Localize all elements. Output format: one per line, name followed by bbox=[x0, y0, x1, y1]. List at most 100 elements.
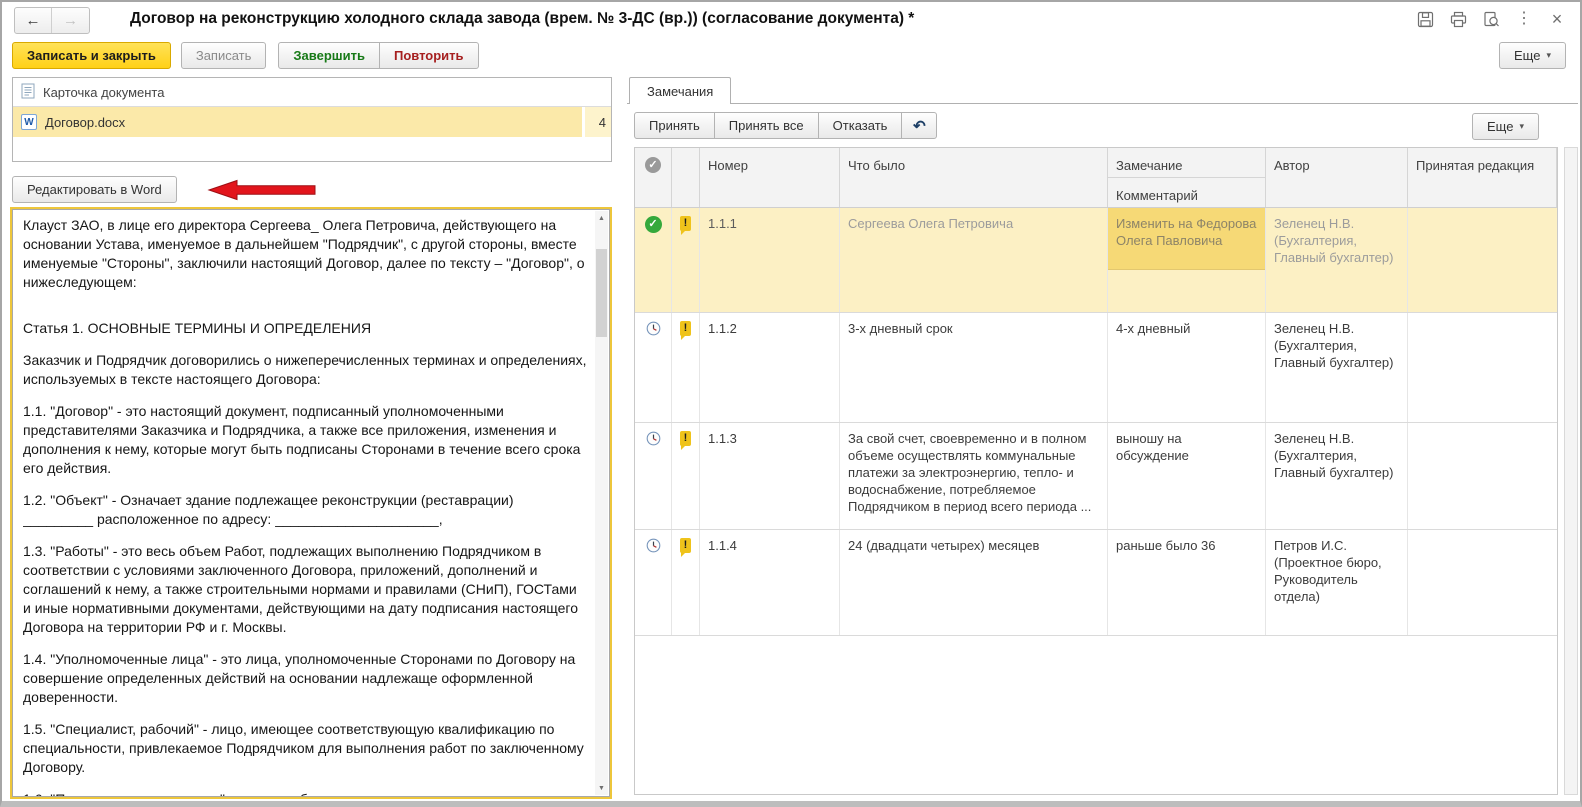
header-flag-cell[interactable] bbox=[672, 148, 700, 207]
scroll-up-icon[interactable]: ▲ bbox=[595, 211, 608, 225]
document-text: Клауст ЗАО, в лице его директора Сергеев… bbox=[23, 216, 587, 796]
cell-remark[interactable]: раньше было 36 bbox=[1108, 530, 1266, 635]
pending-clock-icon bbox=[646, 538, 661, 628]
file-name-cell[interactable]: W Договор.docx bbox=[13, 107, 582, 137]
save-button[interactable]: Записать bbox=[180, 41, 267, 69]
flag-cell: ! bbox=[672, 423, 700, 529]
print-icon[interactable] bbox=[1449, 10, 1467, 28]
header-what-was[interactable]: Что было bbox=[840, 148, 1108, 207]
cell-remark[interactable]: Изменить на Федорова Олега Павловича bbox=[1108, 208, 1266, 312]
red-pointer-arrow-icon bbox=[207, 179, 317, 206]
cell-number[interactable]: 1.1.4 bbox=[700, 530, 840, 635]
main-toolbar: Записать и закрыть Записать Завершить По… bbox=[12, 40, 479, 70]
table-row[interactable]: ! 1.1.2 3-х дневный срок 4-х дневный Зел… bbox=[635, 313, 1557, 423]
save-and-close-button[interactable]: Записать и закрыть bbox=[12, 41, 171, 69]
remarks-table-scrollbar[interactable] bbox=[1564, 147, 1578, 795]
more-label: Еще bbox=[1487, 119, 1514, 134]
document-card-header: Карточка документа bbox=[13, 78, 611, 107]
table-row[interactable]: ! 1.1.3 За свой счет, своевременно и в п… bbox=[635, 423, 1557, 530]
tab-remarks[interactable]: Замечания bbox=[629, 77, 732, 104]
edit-in-word-button[interactable]: Редактировать в Word bbox=[12, 176, 177, 203]
close-icon[interactable]: × bbox=[1548, 10, 1566, 28]
undo-icon: ↶ bbox=[913, 117, 926, 135]
cell-accepted-edition[interactable] bbox=[1408, 530, 1557, 635]
doc-paragraph: 1.2. "Объект" - Означает здание подлежащ… bbox=[23, 492, 514, 527]
cell-author[interactable]: Зеленец Н.В. (Бухгалтерия, Главный бухга… bbox=[1266, 313, 1408, 422]
comment-text[interactable] bbox=[1108, 270, 1265, 312]
check-glyph: ✓ bbox=[648, 158, 658, 171]
file-row[interactable]: W Договор.docx 4 bbox=[13, 107, 611, 137]
tab-strip-line bbox=[627, 103, 1578, 104]
back-button[interactable]: ← bbox=[15, 8, 52, 33]
status-cell bbox=[635, 530, 672, 635]
page-title: Договор на реконструкцию холодного склад… bbox=[130, 10, 915, 27]
header-comment[interactable]: Комментарий bbox=[1108, 177, 1265, 207]
undo-button[interactable]: ↶ bbox=[901, 112, 938, 139]
header-remark-comment[interactable]: Замечание Комментарий bbox=[1108, 148, 1266, 207]
status-cell bbox=[635, 313, 672, 422]
chevron-down-icon: ▾ bbox=[1546, 50, 1551, 60]
title-bar: ← → Договор на реконструкцию холодного с… bbox=[2, 2, 1580, 38]
word-file-icon: W bbox=[21, 114, 37, 130]
header-number[interactable]: Номер bbox=[700, 148, 840, 207]
cell-what-was[interactable]: Сергеева Олега Петровича bbox=[840, 208, 1108, 312]
repeat-button[interactable]: Повторить bbox=[378, 41, 479, 69]
header-remark[interactable]: Замечание bbox=[1108, 148, 1265, 177]
history-nav: ← → bbox=[14, 7, 90, 34]
doc-paragraph: Заказчик и Подрядчик договорились о ниже… bbox=[23, 352, 587, 387]
app-window: ← → Договор на реконструкцию холодного с… bbox=[0, 0, 1582, 807]
table-header: ✓ Номер Что было Замечание Комментарий А… bbox=[635, 148, 1557, 208]
table-row[interactable]: ! 1.1.4 24 (двадцати четырех) месяцев ра… bbox=[635, 530, 1557, 636]
cell-number[interactable]: 1.1.3 bbox=[700, 423, 840, 529]
header-author[interactable]: Автор bbox=[1266, 148, 1408, 207]
header-accepted-edition[interactable]: Принятая редакция bbox=[1408, 148, 1557, 207]
cell-number[interactable]: 1.1.1 bbox=[700, 208, 840, 312]
save-icon[interactable] bbox=[1416, 10, 1434, 28]
document-scrollbar[interactable]: ▲ ▼ bbox=[595, 211, 608, 795]
doc-paragraph: 1.3. "Работы" - это весь объем Работ, по… bbox=[23, 543, 579, 635]
table-row[interactable]: ✓ ! 1.1.1 Сергеева Олега Петровича Измен… bbox=[635, 208, 1557, 313]
preview-search-icon[interactable] bbox=[1482, 10, 1500, 28]
cell-author[interactable]: Зеленец Н.В. (Бухгалтерия, Главный бухга… bbox=[1266, 208, 1408, 312]
document-preview[interactable]: Клауст ЗАО, в лице его директора Сергеев… bbox=[10, 207, 612, 799]
flag-cell: ! bbox=[672, 208, 700, 312]
remark-flag-icon: ! bbox=[680, 431, 691, 450]
accept-button[interactable]: Принять bbox=[634, 112, 715, 139]
remark-text[interactable]: Изменить на Федорова Олега Павловича bbox=[1108, 208, 1265, 270]
check-glyph: ✓ bbox=[648, 218, 658, 230]
accept-all-button[interactable]: Принять все bbox=[713, 112, 819, 139]
flag-cell: ! bbox=[672, 313, 700, 422]
cell-what-was[interactable]: За свой счет, своевременно и в полном об… bbox=[840, 423, 1108, 529]
more-button-top[interactable]: Еще ▾ bbox=[1499, 42, 1566, 69]
cell-remark[interactable]: выношу на обсуждение bbox=[1108, 423, 1266, 529]
remark-flag-icon: ! bbox=[680, 538, 691, 557]
scroll-thumb[interactable] bbox=[596, 249, 607, 337]
reject-button[interactable]: Отказать bbox=[817, 112, 903, 139]
remarks-table: ✓ Номер Что было Замечание Комментарий А… bbox=[634, 147, 1558, 795]
finish-repeat-group: Завершить Повторить bbox=[278, 41, 479, 69]
forward-button[interactable]: → bbox=[52, 8, 89, 33]
cell-author[interactable]: Петров И.С. (Проектное бюро, Руководител… bbox=[1266, 530, 1408, 635]
more-kebab-icon[interactable]: ⋮ bbox=[1515, 10, 1533, 28]
pending-clock-icon bbox=[646, 321, 661, 415]
cell-what-was[interactable]: 24 (двадцати четырех) месяцев bbox=[840, 530, 1108, 635]
finish-button[interactable]: Завершить bbox=[278, 41, 380, 69]
doc-paragraph: Статья 1. ОСНОВНЫЕ ТЕРМИНЫ И ОПРЕДЕЛЕНИЯ bbox=[23, 320, 372, 336]
cell-remark[interactable]: 4-х дневный bbox=[1108, 313, 1266, 422]
cell-accepted-edition[interactable] bbox=[1408, 208, 1557, 312]
cell-author[interactable]: Зеленец Н.В. (Бухгалтерия, Главный бухга… bbox=[1266, 423, 1408, 529]
accepted-header-icon: ✓ bbox=[645, 157, 661, 173]
more-button-remarks[interactable]: Еще ▾ bbox=[1472, 113, 1539, 140]
header-status-cell[interactable]: ✓ bbox=[635, 148, 672, 207]
pending-clock-icon bbox=[646, 431, 661, 522]
doc-paragraph: 1.5. "Специалист, рабочий" - лицо, имеющ… bbox=[23, 721, 584, 775]
remark-flag-icon: ! bbox=[680, 216, 691, 235]
document-card: Карточка документа W Договор.docx 4 bbox=[12, 77, 612, 162]
cell-accepted-edition[interactable] bbox=[1408, 313, 1557, 422]
scroll-down-icon[interactable]: ▼ bbox=[595, 781, 608, 795]
remarks-toolbar: Принять Принять все Отказать ↶ bbox=[634, 112, 938, 139]
cell-accepted-edition[interactable] bbox=[1408, 423, 1557, 529]
window-icons: ⋮ × bbox=[1416, 10, 1566, 28]
cell-number[interactable]: 1.1.2 bbox=[700, 313, 840, 422]
cell-what-was[interactable]: 3-х дневный срок bbox=[840, 313, 1108, 422]
